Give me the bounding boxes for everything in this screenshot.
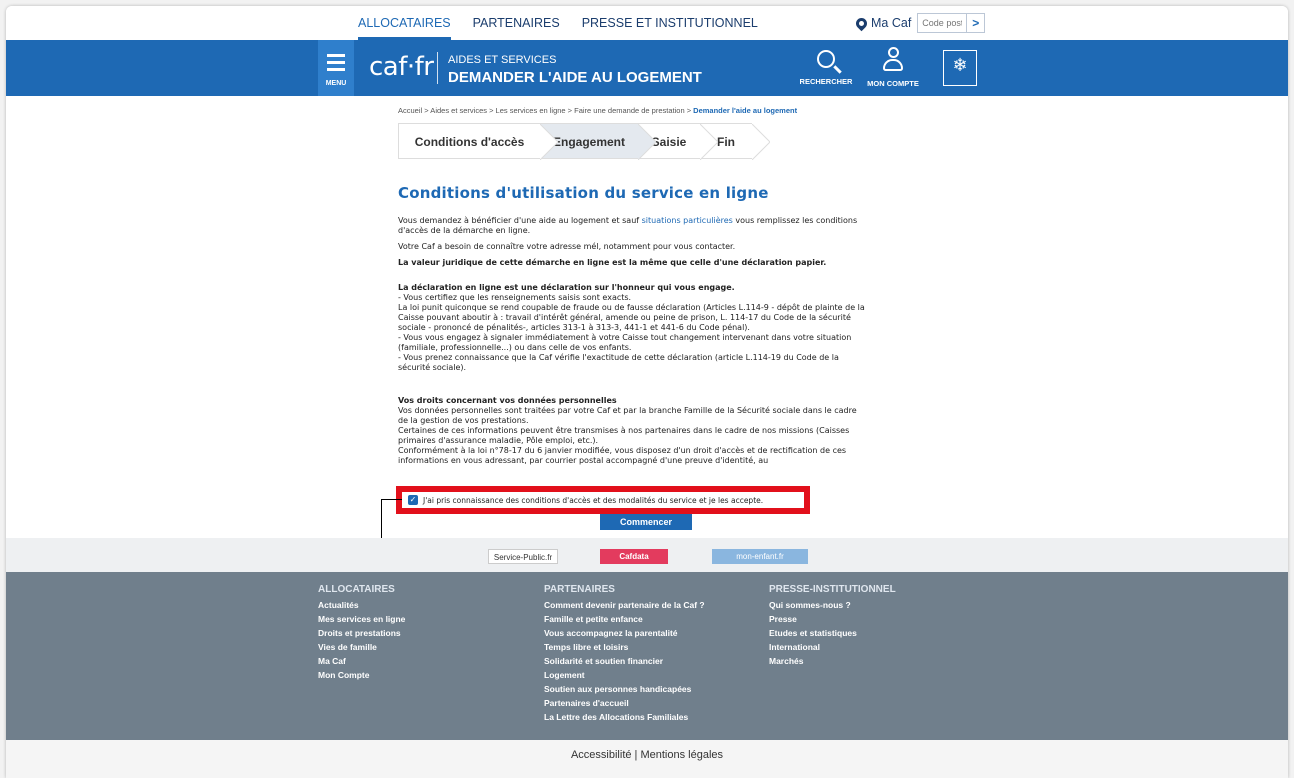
footer-column-title: PARTENAIRES — [544, 584, 615, 595]
government-logo[interactable]: ❄ — [943, 50, 977, 86]
logo-separator — [437, 52, 438, 84]
footer-link[interactable]: Soutien aux personnes handicapées — [544, 682, 705, 696]
footer-link[interactable]: Etudes et statistiques — [769, 626, 896, 640]
declaration-line: La loi punit quiconque se rend coupable … — [398, 303, 865, 332]
service-public-logo[interactable]: Service-Public.fr — [488, 549, 558, 564]
footer-column-title: PRESSE-INSTITUTIONNEL — [769, 584, 896, 595]
mon-enfant-logo[interactable]: mon-enfant.fr — [712, 549, 808, 564]
personal-data-line: Vos données personnelles sont traitées p… — [398, 406, 857, 425]
footer-link[interactable]: Vous accompagnez la parentalité — [544, 626, 705, 640]
cafdata-logo[interactable]: Cafdata — [600, 549, 668, 564]
footer-link[interactable]: Vies de famille — [318, 640, 405, 654]
footer-link[interactable]: Qui sommes-nous ? — [769, 598, 896, 612]
nav-allocataires[interactable]: ALLOCATAIRES — [358, 9, 451, 40]
footer-link[interactable]: Droits et prestations — [318, 626, 405, 640]
search-button[interactable]: RECHERCHER — [796, 46, 856, 86]
footer-link[interactable]: Logement — [544, 668, 705, 682]
header-subtitle: AIDES ET SERVICES — [448, 54, 557, 66]
email-paragraph: Votre Caf a besoin de connaître votre ad… — [398, 242, 736, 251]
declaration-line: - Vous prenez connaissance que la Caf vé… — [398, 353, 839, 372]
personal-data-line: Certaines de ces informations peuvent êt… — [398, 426, 850, 445]
footer-link[interactable]: La Lettre des Allocations Familiales — [544, 710, 705, 724]
ma-caf-label: Ma Caf — [871, 16, 912, 30]
situations-link[interactable]: situations particulières — [642, 216, 733, 225]
breadcrumb-path[interactable]: Accueil > Aides et services > Les servic… — [398, 106, 693, 115]
top-bar: ALLOCATAIRES PARTENAIRES PRESSE ET INSTI… — [6, 6, 1288, 40]
declaration-section: La déclaration en ligne est une déclarat… — [398, 283, 868, 373]
account-label: MON COMPTE — [867, 79, 919, 88]
caf-logo[interactable]: caf·fr — [369, 52, 434, 82]
declaration-line: - Vous certifiez que les renseignements … — [398, 293, 632, 302]
breadcrumb: Accueil > Aides et services > Les servic… — [398, 106, 797, 115]
page-title: DEMANDER L'AIDE AU LOGEMENT — [448, 69, 702, 86]
footer-column-partenaires: PARTENAIRES Comment devenir partenaire d… — [544, 584, 705, 724]
footer-column-allocataires: ALLOCATAIRES Actualités Mes services en … — [318, 584, 405, 682]
footer-column-title: ALLOCATAIRES — [318, 584, 395, 595]
hamburger-icon — [327, 54, 345, 75]
footer-link[interactable]: Mon Compte — [318, 668, 405, 682]
footer-link[interactable]: Actualités — [318, 598, 405, 612]
menu-label: MENU — [325, 80, 347, 87]
footer-link[interactable]: Marchés — [769, 654, 896, 668]
declaration-line: - Vous vous engagez à signaler immédiate… — [398, 333, 852, 352]
user-icon — [880, 46, 906, 74]
intro-paragraph: Vous demandez à bénéficier d'une aide au… — [398, 216, 858, 235]
account-button[interactable]: MON COMPTE — [863, 46, 923, 88]
site-header: MENU caf·fr AIDES ET SERVICES DEMANDER L… — [6, 40, 1288, 96]
personal-data-section: Vos droits concernant vos données person… — [398, 396, 868, 482]
search-label: RECHERCHER — [799, 77, 853, 86]
footer-link[interactable]: Comment devenir partenaire de la Caf ? — [544, 598, 705, 612]
location-pin-icon — [853, 15, 870, 31]
footer-link[interactable]: Presse — [769, 612, 896, 626]
section-title: Conditions d'utilisation du service en l… — [398, 184, 769, 202]
postal-code-go-button[interactable]: > — [967, 13, 986, 33]
footer-link[interactable]: Famille et petite enfance — [544, 612, 705, 626]
accept-conditions-label[interactable]: J'ai pris connaissance des conditions d'… — [423, 496, 763, 505]
step-conditions: Conditions d'accès — [398, 123, 558, 160]
accept-conditions-checkbox-row[interactable]: ✓ J'ai pris connaissance des conditions … — [396, 486, 810, 514]
nav-partenaires[interactable]: PARTENAIRES — [473, 6, 560, 40]
checkbox-checked-icon[interactable]: ✓ — [408, 495, 418, 505]
legal-links[interactable]: Accessibilité | Mentions légales — [6, 740, 1288, 778]
personal-data-line: Conformément à la loi n°78-17 du 6 janvi… — [398, 446, 847, 465]
footer-link[interactable]: Solidarité et soutien financier — [544, 654, 705, 668]
annotation-pointer-tick — [381, 499, 402, 500]
search-icon — [817, 50, 835, 68]
declaration-title: La déclaration en ligne est une déclarat… — [398, 283, 735, 292]
menu-button[interactable]: MENU — [318, 40, 354, 96]
partner-strip: Service-Public.fr Cafdata mon-enfant.fr — [6, 538, 1288, 572]
top-nav: ALLOCATAIRES PARTENAIRES PRESSE ET INSTI… — [358, 6, 780, 40]
site-footer: ALLOCATAIRES Actualités Mes services en … — [6, 572, 1288, 740]
postal-code-input[interactable] — [917, 13, 968, 33]
footer-link[interactable]: Partenaires d'accueil — [544, 696, 705, 710]
nav-presse[interactable]: PRESSE ET INSTITUTIONNEL — [582, 6, 758, 40]
breadcrumb-current: Demander l'aide au logement — [693, 106, 798, 115]
ma-caf-locator: Ma Caf > — [853, 12, 986, 34]
footer-link[interactable]: Temps libre et loisirs — [544, 640, 705, 654]
legal-value-statement: La valeur juridique de cette démarche en… — [398, 258, 827, 267]
start-button[interactable]: Commencer — [600, 512, 692, 530]
footer-link[interactable]: Ma Caf — [318, 654, 405, 668]
personal-data-title: Vos droits concernant vos données person… — [398, 396, 617, 405]
progress-steps: Conditions d'accès Engagement Saisie Fin — [398, 123, 770, 160]
browser-frame: ALLOCATAIRES PARTENAIRES PRESSE ET INSTI… — [6, 6, 1288, 778]
footer-link[interactable]: Mes services en ligne — [318, 612, 405, 626]
footer-link[interactable]: International — [769, 640, 896, 654]
footer-column-presse: PRESSE-INSTITUTIONNEL Qui sommes-nous ? … — [769, 584, 896, 668]
